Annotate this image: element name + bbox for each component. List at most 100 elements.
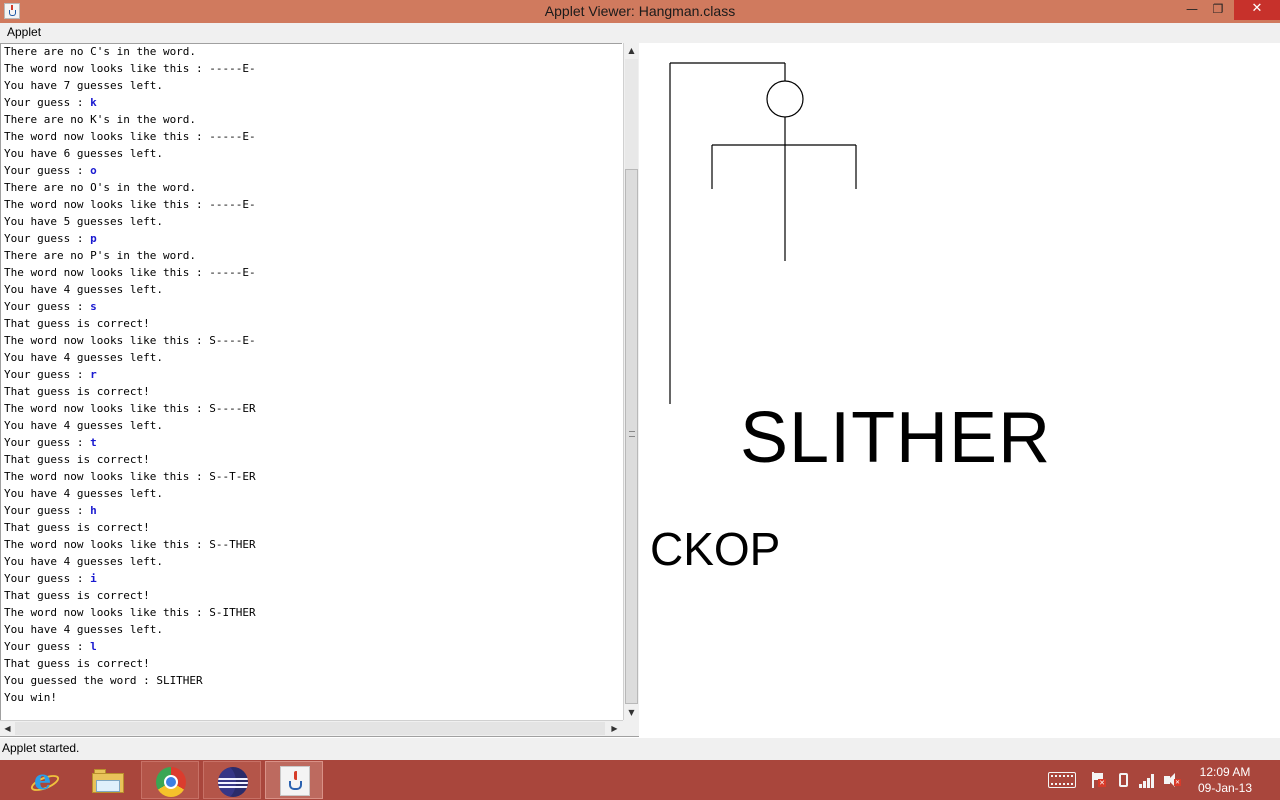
- scroll-right-arrow-icon[interactable]: ▶: [607, 721, 622, 736]
- console-line-text: There are no O's in the word.: [4, 181, 197, 194]
- console-line-text: There are no C's in the word.: [4, 45, 197, 58]
- console-line-text: You have 4 guesses left.: [4, 351, 163, 364]
- scroll-up-arrow-icon[interactable]: ▲: [624, 43, 639, 58]
- console-line: That guess is correct!: [4, 451, 256, 468]
- console-line-text: That guess is correct!: [4, 385, 150, 398]
- console-user-input: p: [90, 232, 97, 245]
- menu-bar: Applet: [0, 23, 1280, 43]
- console-line: You have 4 guesses left.: [4, 485, 256, 502]
- title-bar: Applet Viewer: Hangman.class — ❐ ✕: [0, 0, 1280, 23]
- console-panel: There are no C's in the word. The word no…: [0, 43, 639, 737]
- window-title: Applet Viewer: Hangman.class: [544, 3, 736, 19]
- system-clock[interactable]: 12:09 AM 09-Jan-13: [1188, 764, 1262, 796]
- console-line-text: The word now looks like this : S--T-ER: [4, 470, 256, 483]
- volume-muted-icon[interactable]: ✕: [1162, 772, 1181, 788]
- console-line-text: Your guess :: [4, 96, 91, 109]
- internet-explorer-icon: e: [28, 767, 62, 795]
- console-line: You have 5 guesses left.: [4, 213, 256, 230]
- scroll-down-arrow-icon[interactable]: ▼: [624, 705, 639, 720]
- console-line: That guess is correct!: [4, 519, 256, 536]
- console-line: The word now looks like this : -----E-: [4, 60, 256, 77]
- horizontal-scrollbar[interactable]: ◀ ▶: [0, 720, 623, 736]
- console-line: The word now looks like this : S----E-: [4, 332, 256, 349]
- console-line: Your guess : t: [4, 434, 256, 451]
- java-icon: [280, 766, 310, 796]
- console-line-text: You have 5 guesses left.: [4, 215, 163, 228]
- console-line: The word now looks like this : -----E-: [4, 196, 256, 213]
- console-line: Your guess : k: [4, 94, 256, 111]
- applet-canvas: SLITHER CKOP: [640, 43, 1280, 737]
- console-line-text: You guessed the word : SLITHER: [4, 674, 203, 687]
- network-signal-icon[interactable]: [1138, 772, 1156, 788]
- eclipse-icon: [218, 767, 248, 797]
- console-line: Your guess : s: [4, 298, 256, 315]
- vertical-scrollbar[interactable]: ▲ ▼: [623, 43, 639, 720]
- status-bar: Applet started.: [0, 738, 1280, 760]
- chrome-icon: [156, 767, 186, 797]
- console-line-text: Your guess :: [4, 368, 91, 381]
- scroll-thumb[interactable]: [625, 169, 638, 704]
- minimize-button[interactable]: —: [1180, 0, 1204, 20]
- console-line: You have 6 guesses left.: [4, 145, 256, 162]
- guessed-word: SLITHER: [740, 398, 1052, 478]
- console-user-input: h: [90, 504, 97, 517]
- hangman-head: [766, 80, 804, 118]
- console-line-text: The word now looks like this : -----E-: [4, 130, 256, 143]
- console-user-input: s: [90, 300, 97, 313]
- console-line-text: There are no P's in the word.: [4, 249, 197, 262]
- scroll-track[interactable]: [625, 59, 638, 169]
- console-line-text: The word now looks like this : -----E-: [4, 266, 256, 279]
- console-line-text: There are no K's in the word.: [4, 113, 197, 126]
- console-line: There are no P's in the word.: [4, 247, 256, 264]
- console-user-input: k: [90, 96, 97, 109]
- console-line-text: You have 4 guesses left.: [4, 623, 163, 636]
- console-line: You win!: [4, 689, 256, 706]
- console-line-text: You have 7 guesses left.: [4, 79, 163, 92]
- restore-button[interactable]: ❐: [1206, 0, 1230, 20]
- console-line-text: That guess is correct!: [4, 453, 150, 466]
- console-line: The word now looks like this : S----ER: [4, 400, 256, 417]
- folder-icon: [92, 769, 124, 793]
- menu-applet[interactable]: Applet: [7, 25, 41, 39]
- console-line-text: Your guess :: [4, 300, 91, 313]
- console-line: You have 4 guesses left.: [4, 417, 256, 434]
- keyboard-icon[interactable]: [1048, 772, 1076, 788]
- wrong-letters: CKOP: [650, 523, 781, 575]
- console-line: You have 4 guesses left.: [4, 553, 256, 570]
- scroll-left-arrow-icon[interactable]: ◀: [0, 721, 15, 736]
- console-line: There are no C's in the word.: [4, 44, 256, 60]
- console-user-input: i: [90, 572, 97, 585]
- horizontal-scroll-thumb[interactable]: [15, 722, 605, 735]
- console-line-text: Your guess :: [4, 164, 91, 177]
- console-user-input: l: [90, 640, 97, 653]
- console-line: Your guess : p: [4, 230, 256, 247]
- console-line: That guess is correct!: [4, 655, 256, 672]
- clock-time: 12:09 AM: [1199, 765, 1251, 779]
- taskbar: e ✕ ✕ 12:09 AM 09-Jan-13: [0, 760, 1280, 800]
- console-line-text: You have 6 guesses left.: [4, 147, 163, 160]
- console-line: That guess is correct!: [4, 383, 256, 400]
- console-line-text: You win!: [4, 691, 57, 704]
- console-line-text: That guess is correct!: [4, 589, 150, 602]
- taskbar-chrome[interactable]: [141, 761, 199, 799]
- console-line-text: The word now looks like this : S----E-: [4, 334, 256, 347]
- console-line: There are no O's in the word.: [4, 179, 256, 196]
- console-line-text: The word now looks like this : -----E-: [4, 62, 256, 75]
- taskbar-file-explorer[interactable]: [78, 761, 136, 799]
- console-line-text: That guess is correct!: [4, 657, 150, 670]
- console-line: Your guess : o: [4, 162, 256, 179]
- console-line: Your guess : i: [4, 570, 256, 587]
- console-line: The word now looks like this : -----E-: [4, 128, 256, 145]
- console-line-text: You have 4 guesses left.: [4, 419, 163, 432]
- taskbar-eclipse[interactable]: [203, 761, 261, 799]
- console-log: There are no C's in the word. The word no…: [4, 44, 256, 706]
- taskbar-internet-explorer[interactable]: e: [16, 761, 74, 799]
- console-line: You have 4 guesses left.: [4, 349, 256, 366]
- power-icon[interactable]: [1116, 772, 1132, 788]
- console-line-text: The word now looks like this : S----ER: [4, 402, 256, 415]
- close-button[interactable]: ✕: [1234, 0, 1280, 20]
- console-line-text: Your guess :: [4, 436, 91, 449]
- console-output[interactable]: There are no C's in the word. The word no…: [0, 43, 622, 720]
- taskbar-java-applet-viewer[interactable]: [265, 761, 323, 799]
- action-center-flag-icon[interactable]: ✕: [1090, 772, 1106, 788]
